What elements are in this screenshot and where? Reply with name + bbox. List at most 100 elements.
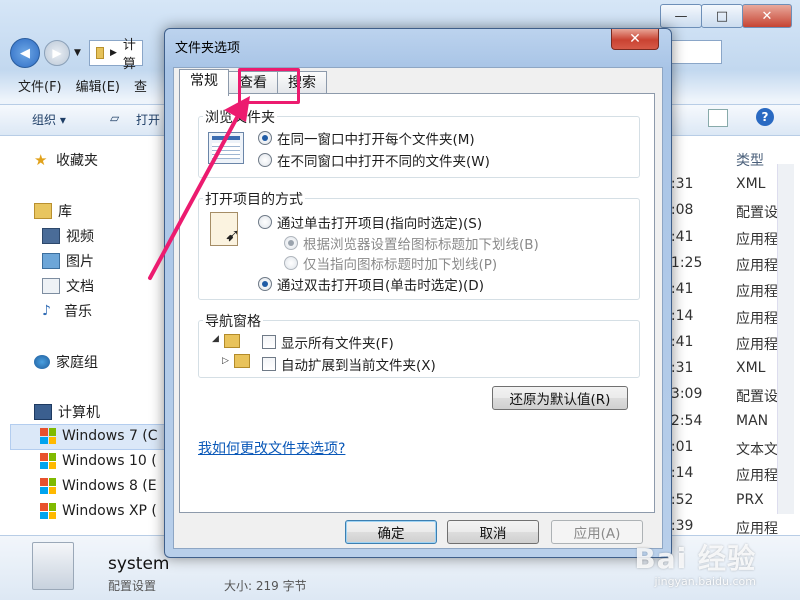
folder-icon bbox=[95, 47, 104, 59]
tree-collapsed-icon: ▷ bbox=[222, 356, 229, 366]
vertical-scrollbar[interactable] bbox=[777, 164, 794, 514]
nav-drive-winxp[interactable]: Windows XP ( bbox=[40, 503, 157, 519]
radio-new-window[interactable] bbox=[258, 153, 272, 167]
windows-logo-icon bbox=[40, 478, 56, 494]
computer-icon bbox=[34, 404, 52, 420]
menu-file[interactable]: 文件(F) bbox=[18, 76, 62, 95]
preview-pane-icon[interactable] bbox=[708, 109, 728, 127]
option-auto-expand[interactable]: 自动扩展到当前文件夹(X) bbox=[262, 354, 436, 374]
drive-label: Windows 8 (E bbox=[62, 478, 157, 494]
nav-homegroup[interactable]: 家庭组 bbox=[34, 352, 98, 372]
click-items-title: 打开项目的方式 bbox=[203, 189, 305, 209]
settings-file-icon bbox=[32, 542, 74, 590]
dialog-title: 文件夹选项 bbox=[175, 41, 241, 56]
nav-music[interactable]: ♪ 音乐 bbox=[42, 301, 92, 321]
nav-drive-win7[interactable]: Windows 7 (C bbox=[40, 428, 158, 444]
window-controls: — □ ✕ bbox=[660, 4, 792, 28]
nav-computer-label: 计算机 bbox=[58, 405, 100, 421]
cursor-click-icon: ➹ bbox=[210, 212, 240, 246]
breadcrumb-separator-icon: ▶ bbox=[109, 48, 117, 58]
checkbox-show-all-folders[interactable] bbox=[262, 335, 276, 349]
ok-button[interactable]: 确定 bbox=[345, 520, 437, 544]
option-underline-browser[interactable]: 根据浏览器设置给图标标题加下划线(B) bbox=[284, 233, 539, 253]
dialog-close-button[interactable]: ✕ bbox=[611, 29, 659, 50]
windows-logo-icon bbox=[40, 503, 56, 519]
file-row-type: 配置设 bbox=[736, 389, 778, 405]
checkbox-auto-expand[interactable] bbox=[262, 357, 276, 371]
file-row-type: 应用程 bbox=[736, 232, 778, 248]
radio-single-click[interactable] bbox=[258, 215, 272, 229]
nav-favorites[interactable]: ★ 收藏夹 bbox=[34, 150, 98, 170]
nav-videos[interactable]: 视频 bbox=[42, 226, 94, 246]
window-layout-icon bbox=[208, 132, 244, 164]
nav-videos-label: 视频 bbox=[66, 229, 94, 245]
maximize-button[interactable]: □ bbox=[701, 4, 743, 28]
drive-label: Windows 7 (C bbox=[62, 428, 158, 444]
nav-documents[interactable]: 文档 bbox=[42, 276, 94, 296]
tab-general[interactable]: 常规 bbox=[179, 69, 229, 96]
video-icon bbox=[42, 228, 60, 244]
close-button[interactable]: ✕ bbox=[742, 4, 792, 28]
baidu-logo: Bai 经验 bbox=[634, 542, 756, 575]
breadcrumb-computer[interactable]: 计算 bbox=[123, 34, 136, 72]
file-row-type: PRX bbox=[736, 492, 764, 508]
option-auto-expand-label: 自动扩展到当前文件夹(X) bbox=[281, 358, 436, 374]
option-same-window[interactable]: 在同一窗口中打开每个文件夹(M) bbox=[258, 128, 475, 148]
nav-computer[interactable]: 计算机 bbox=[34, 402, 100, 422]
history-dropdown-icon[interactable]: ▼ bbox=[74, 48, 81, 58]
minimize-button[interactable]: — bbox=[660, 4, 702, 28]
nav-favorites-label: 收藏夹 bbox=[56, 153, 98, 169]
nav-libraries[interactable]: 库 bbox=[34, 201, 72, 221]
nav-drive-win10[interactable]: Windows 10 ( bbox=[40, 453, 157, 469]
nav-pictures[interactable]: 图片 bbox=[42, 251, 94, 271]
baidu-watermark: Bai 经验 jingyan.baidu.com bbox=[634, 537, 756, 588]
option-underline-hover-label: 仅当指向图标标题时加下划线(P) bbox=[303, 257, 498, 273]
nav-drive-win8[interactable]: Windows 8 (E bbox=[40, 478, 157, 494]
nav-libraries-label: 库 bbox=[58, 204, 72, 220]
open-button[interactable]: 打开 bbox=[136, 111, 160, 128]
option-underline-hover[interactable]: 仅当指向图标标题时加下划线(P) bbox=[284, 253, 497, 273]
nav-music-label: 音乐 bbox=[64, 304, 92, 320]
radio-underline-hover[interactable] bbox=[284, 256, 298, 270]
option-double-click[interactable]: 通过双击打开项目(单击时选定)(D) bbox=[258, 274, 484, 294]
apply-button[interactable]: 应用(A) bbox=[551, 520, 643, 544]
folder-icon bbox=[234, 354, 250, 368]
folder-icon bbox=[224, 334, 240, 348]
radio-underline-browser[interactable] bbox=[284, 236, 298, 250]
windows-logo-icon bbox=[40, 453, 56, 469]
windows-logo-icon bbox=[40, 428, 56, 444]
option-double-click-label: 通过双击打开项目(单击时选定)(D) bbox=[277, 278, 484, 294]
column-header-type[interactable]: 类型 bbox=[736, 150, 764, 170]
option-new-window[interactable]: 在不同窗口中打开不同的文件夹(W) bbox=[258, 150, 490, 170]
file-row-type: 配置设 bbox=[736, 205, 778, 221]
browse-folders-title: 浏览文件夹 bbox=[203, 107, 277, 127]
option-underline-browser-label: 根据浏览器设置给图标标题加下划线(B) bbox=[303, 237, 539, 253]
file-row-type: XML bbox=[736, 360, 766, 376]
forward-button[interactable]: ▶ bbox=[44, 40, 70, 66]
option-new-window-label: 在不同窗口中打开不同的文件夹(W) bbox=[277, 154, 490, 170]
back-button[interactable]: ◀ bbox=[10, 38, 40, 68]
file-row-type: 应用程 bbox=[736, 258, 778, 274]
file-row-type: 应用程 bbox=[736, 468, 778, 484]
restore-defaults-button[interactable]: 还原为默认值(R) bbox=[492, 386, 628, 410]
cancel-button[interactable]: 取消 bbox=[447, 520, 539, 544]
help-link[interactable]: 我如何更改文件夹选项? bbox=[198, 438, 345, 458]
library-icon bbox=[34, 203, 52, 219]
selected-file-size: 大小: 219 字节 bbox=[224, 579, 307, 593]
selected-file-type: 配置设置 bbox=[108, 579, 157, 593]
radio-double-click[interactable] bbox=[258, 277, 272, 291]
file-row-type: 应用程 bbox=[736, 311, 778, 327]
option-single-click[interactable]: 通过单击打开项目(指向时选定)(S) bbox=[258, 212, 482, 232]
menu-edit[interactable]: 编辑(E) bbox=[76, 76, 120, 95]
arrow-left-icon: ◀ bbox=[20, 45, 30, 61]
nav-homegroup-label: 家庭组 bbox=[56, 355, 98, 371]
option-show-all-folders[interactable]: 显示所有文件夹(F) bbox=[262, 332, 394, 352]
folder-options-dialog: 文件夹选项 ✕ 常规 查看 搜索 浏览文件夹 在同一窗口中打开每个文件夹(M) … bbox=[164, 28, 672, 558]
organize-button[interactable]: 组织 ▾ bbox=[32, 111, 66, 128]
address-bar[interactable]: ▶ 计算 bbox=[88, 38, 143, 72]
menu-view[interactable]: 查 bbox=[134, 76, 147, 95]
file-row-type: 应用程 bbox=[736, 284, 778, 300]
nav-pictures-label: 图片 bbox=[66, 254, 94, 270]
help-icon[interactable]: ? bbox=[756, 108, 774, 126]
radio-same-window[interactable] bbox=[258, 131, 272, 145]
